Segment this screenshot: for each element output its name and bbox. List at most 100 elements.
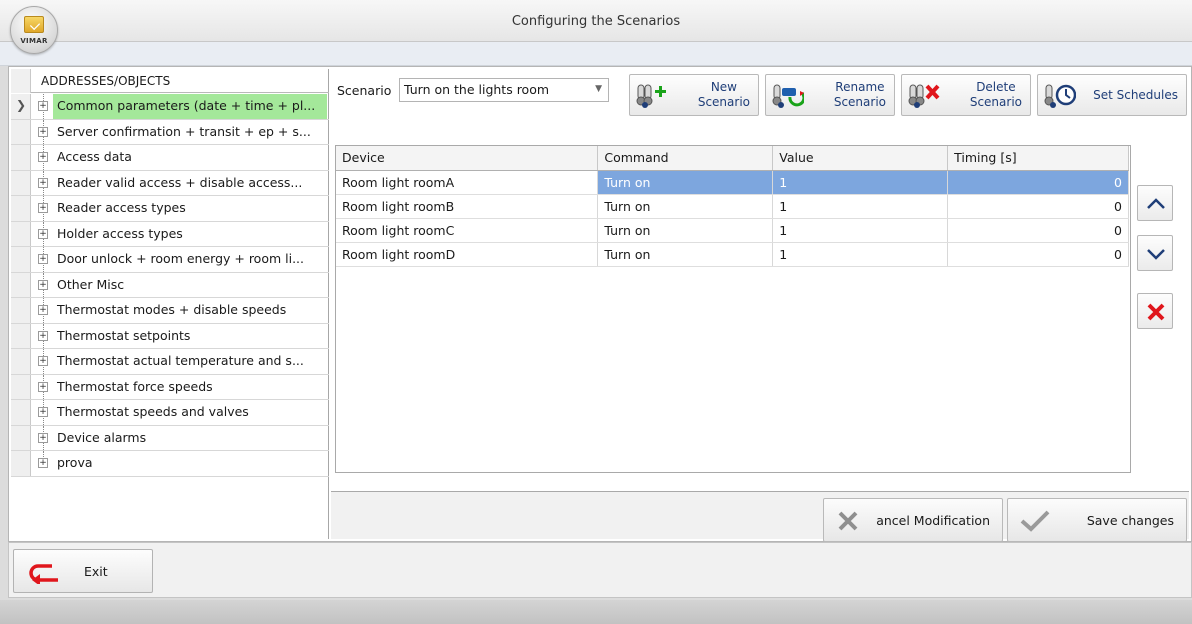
tree-item[interactable]: + prova: [11, 451, 329, 477]
tree-item[interactable]: ❯ + Common parameters (date + time + pl.…: [11, 94, 329, 120]
cell-value[interactable]: 1: [772, 218, 949, 243]
exit-button[interactable]: Exit: [13, 549, 153, 593]
row-selector[interactable]: [11, 298, 31, 323]
window-title: Configuring the Scenarios: [511, 14, 681, 29]
row-selector[interactable]: ❯: [11, 94, 31, 119]
table-row[interactable]: Room light roomD Turn on 1 0: [336, 242, 1129, 267]
delete-scenario-icon: [908, 84, 940, 108]
table-row[interactable]: Room light roomB Turn on 1 0: [336, 194, 1129, 219]
expand-icon[interactable]: +: [38, 152, 48, 162]
scenario-select[interactable]: Turn on the lights room ▼: [399, 78, 609, 102]
tree-item[interactable]: + Thermostat setpoints: [11, 323, 329, 349]
cell-device[interactable]: Room light roomD: [336, 242, 599, 267]
expand-icon[interactable]: +: [38, 101, 48, 111]
tree-item[interactable]: + Thermostat modes + disable speeds: [11, 298, 329, 324]
cell-command[interactable]: Turn on: [597, 218, 774, 243]
save-changes-label: Save changes: [1086, 513, 1174, 528]
set-schedules-button[interactable]: Set Schedules: [1037, 74, 1187, 116]
move-down-button[interactable]: [1137, 235, 1173, 271]
expand-icon[interactable]: +: [38, 177, 48, 188]
delete-row-button[interactable]: [1137, 293, 1173, 329]
expand-icon[interactable]: +: [38, 228, 48, 239]
cell-device[interactable]: Room light roomA: [336, 170, 599, 195]
cell-command[interactable]: Turn on: [597, 170, 774, 195]
row-selector[interactable]: [11, 400, 31, 425]
table-row[interactable]: Room light roomC Turn on 1 0: [336, 218, 1129, 243]
tree-item-label: Reader access types: [57, 200, 186, 215]
column-header-device[interactable]: Device: [336, 146, 599, 171]
tree-item[interactable]: + Device alarms: [11, 425, 329, 451]
cell-value[interactable]: 1: [772, 194, 949, 219]
cell-command[interactable]: Turn on: [597, 242, 774, 267]
cell-timing[interactable]: 0: [947, 194, 1129, 219]
expand-icon[interactable]: +: [38, 458, 48, 468]
tree-header-label: ADDRESSES/OBJECTS: [41, 74, 171, 88]
cell-timing[interactable]: 0: [947, 242, 1129, 267]
tree-item[interactable]: + Thermostat force speeds: [11, 374, 329, 400]
tree-item[interactable]: + Thermostat actual temperature and s...: [11, 349, 329, 375]
tree-item[interactable]: + Reader valid access + disable access..…: [11, 170, 329, 196]
row-selector[interactable]: [11, 323, 31, 348]
tree-item-label: Thermostat force speeds: [57, 378, 213, 394]
move-up-button[interactable]: [1137, 185, 1173, 221]
tree-item[interactable]: + Reader access types: [11, 196, 329, 222]
tree-item[interactable]: + Access data: [11, 145, 329, 171]
row-selector[interactable]: [11, 425, 31, 450]
cancel-modification-button[interactable]: ancel Modification: [823, 498, 1003, 542]
logo-icon: [24, 16, 44, 33]
schedule-clock-icon: [1044, 84, 1076, 108]
tree-header-row-selector: [11, 69, 31, 93]
save-changes-button[interactable]: Save changes: [1007, 498, 1187, 542]
cell-value[interactable]: 1: [772, 242, 949, 267]
column-header-value[interactable]: Value: [772, 146, 949, 171]
row-selector[interactable]: [11, 374, 31, 399]
row-selector[interactable]: [11, 451, 31, 476]
tree-item-label: Server confirmation + transit + ep + s..…: [57, 123, 311, 139]
cell-device[interactable]: Room light roomC: [336, 218, 599, 243]
expand-icon[interactable]: +: [38, 356, 48, 366]
tree-item[interactable]: + Other Misc: [11, 272, 329, 298]
tree-item-label: Thermostat modes + disable speeds: [57, 302, 287, 317]
tree-item[interactable]: + Holder access types: [11, 221, 329, 247]
expand-icon[interactable]: +: [38, 407, 48, 417]
app-logo-button[interactable]: VIMAR: [10, 6, 58, 54]
tree-item[interactable]: + Server confirmation + transit + ep + s…: [11, 119, 329, 145]
tree-item[interactable]: + Door unlock + room energy + room li...: [11, 247, 329, 273]
cell-command[interactable]: Turn on: [597, 194, 774, 219]
row-selector[interactable]: [11, 247, 31, 272]
row-selector[interactable]: [11, 196, 31, 221]
set-schedules-label: Set Schedules: [1093, 88, 1178, 102]
cell-value[interactable]: 1: [772, 170, 949, 195]
tree-item-label: Device alarms: [57, 429, 147, 445]
expand-icon[interactable]: +: [38, 279, 48, 290]
row-selector[interactable]: [11, 119, 31, 144]
cell-timing[interactable]: 0: [947, 218, 1129, 243]
row-selector[interactable]: [11, 170, 31, 195]
row-selector[interactable]: [11, 221, 31, 246]
tree-item[interactable]: + Thermostat speeds and valves: [11, 400, 329, 426]
delete-x-icon: [1147, 303, 1165, 321]
column-header-command[interactable]: Command: [597, 146, 774, 171]
row-selector[interactable]: [11, 145, 31, 170]
new-scenario-label: New Scenario: [697, 80, 750, 109]
action-bar: ancel Modification Save changes: [331, 491, 1189, 542]
table-row[interactable]: Room light roomA Turn on 1 0: [336, 170, 1129, 195]
expand-icon[interactable]: +: [38, 381, 48, 392]
expand-icon[interactable]: +: [38, 432, 48, 443]
cell-timing[interactable]: 0: [947, 170, 1129, 195]
rename-scenario-button[interactable]: Rename Scenario: [765, 74, 895, 116]
chevron-up-icon: [1147, 198, 1165, 209]
expand-icon[interactable]: +: [38, 305, 48, 315]
title-bar: Configuring the Scenarios: [0, 0, 1192, 42]
row-selector[interactable]: [11, 349, 31, 374]
expand-icon[interactable]: +: [38, 203, 48, 213]
row-selector[interactable]: [11, 272, 31, 297]
new-scenario-button[interactable]: New Scenario: [629, 74, 759, 116]
cell-device[interactable]: Room light roomB: [336, 194, 599, 219]
column-header-timing[interactable]: Timing [s]: [947, 146, 1129, 171]
scenario-commands-table: Device Command Value Timing [s] Room lig…: [335, 145, 1131, 473]
expand-icon[interactable]: +: [38, 126, 48, 137]
expand-icon[interactable]: +: [38, 330, 48, 341]
expand-icon[interactable]: +: [38, 254, 48, 264]
delete-scenario-button[interactable]: Delete Scenario: [901, 74, 1031, 116]
